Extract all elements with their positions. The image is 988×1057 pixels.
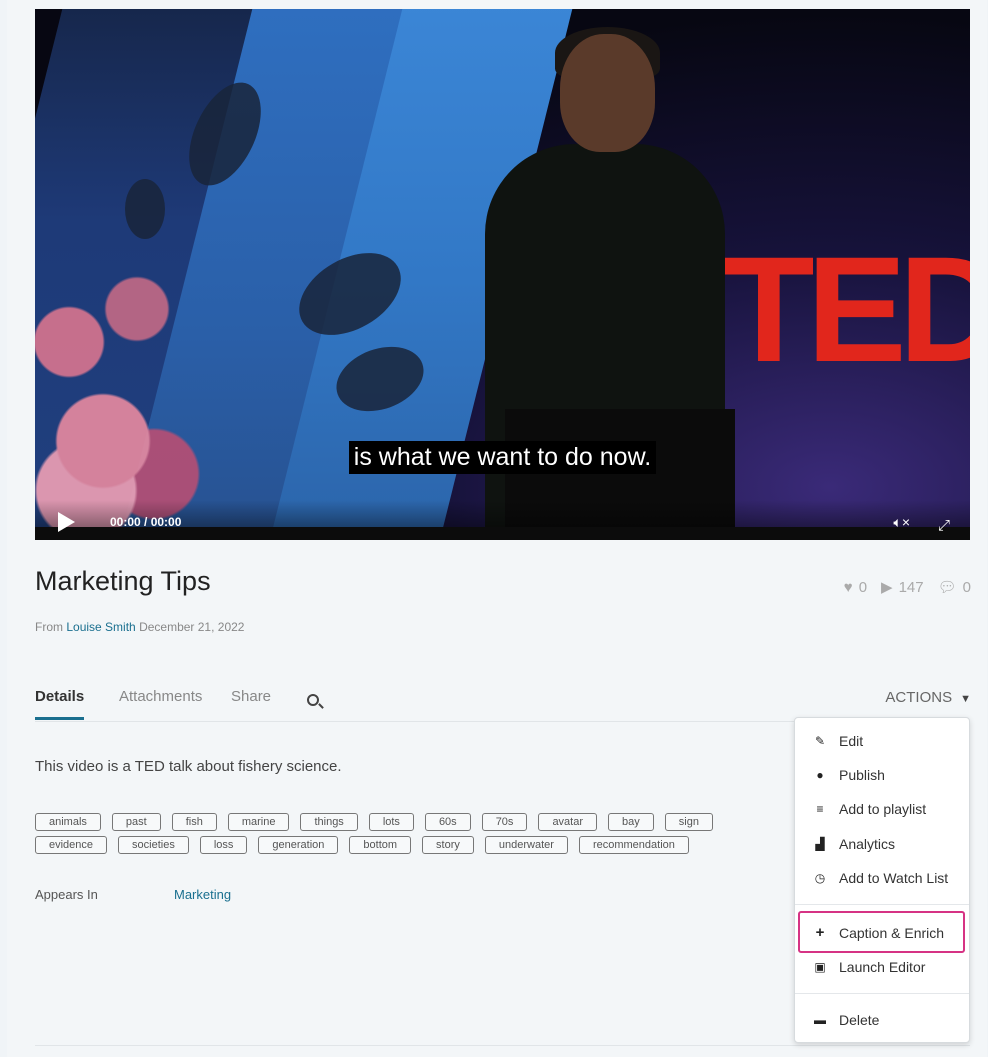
tag-item[interactable]: bay: [608, 813, 654, 831]
tag-item[interactable]: recommendation: [578, 836, 689, 854]
divider: [35, 1045, 970, 1046]
play-count-icon: ▶: [881, 579, 893, 596]
entry-byline: From Louise Smith December 21, 2022: [35, 620, 245, 634]
likes-stat[interactable]: ♥ 0: [844, 578, 867, 596]
comment-icon: 💬︎: [937, 579, 957, 596]
tag-item[interactable]: evidence: [35, 836, 108, 854]
appears-in-link[interactable]: Marketing: [174, 887, 231, 902]
tag-item[interactable]: generation: [258, 836, 339, 854]
tag-item[interactable]: loss: [199, 836, 248, 854]
tag-item[interactable]: lots: [368, 813, 414, 831]
clock-icon: ◷: [814, 871, 826, 885]
actions-button[interactable]: ACTIONS ▼: [885, 689, 971, 706]
clapperboard-icon: ▣: [814, 960, 826, 974]
entry-date: December 21, 2022: [139, 620, 245, 634]
page-title: Marketing Tips: [35, 566, 211, 596]
menu-item-delete[interactable]: ▬ Delete: [813, 1012, 879, 1028]
tab-share[interactable]: Share: [231, 688, 271, 717]
play-icon[interactable]: [58, 512, 75, 532]
menu-item-analytics[interactable]: ▟ Analytics: [813, 836, 895, 852]
video-caption: is what we want to do now.: [35, 441, 970, 474]
tag-item[interactable]: 60s: [424, 813, 471, 831]
plays-stat: ▶ 147: [881, 578, 924, 597]
tag-item[interactable]: animals: [35, 813, 101, 831]
tag-item[interactable]: marine: [227, 813, 290, 831]
search-icon[interactable]: [307, 694, 319, 706]
video-player[interactable]: TED is what we want to do now. 00:00 / 0…: [35, 9, 970, 540]
menu-item-add-to-watch-list[interactable]: ◷ Add to Watch List: [813, 870, 948, 886]
pencil-icon: ✎: [814, 734, 826, 748]
tag-item[interactable]: 70s: [481, 813, 528, 831]
tag-item[interactable]: story: [422, 836, 474, 854]
tag-item[interactable]: things: [300, 813, 358, 831]
tag-item[interactable]: societies: [118, 836, 189, 854]
menu-item-caption-enrich[interactable]: + Caption & Enrich: [813, 924, 944, 941]
tag-item[interactable]: past: [111, 813, 161, 831]
tag-item[interactable]: underwater: [484, 836, 568, 854]
menu-item-launch-editor[interactable]: ▣ Launch Editor: [813, 959, 925, 975]
plus-icon: +: [815, 924, 825, 941]
fullscreen-icon[interactable]: ⤢: [938, 517, 950, 534]
tab-details[interactable]: Details: [35, 688, 85, 720]
mute-icon[interactable]: 🔈︎×: [893, 514, 910, 531]
author-link[interactable]: Louise Smith: [66, 620, 135, 634]
menu-separator: [795, 904, 969, 905]
menu-item-publish[interactable]: ● Publish: [813, 767, 885, 783]
actions-menu: ✎ Edit ● Publish ≡ Add to playlist ▟ Analyti…: [794, 717, 970, 1043]
tag-item[interactable]: bottom: [349, 836, 412, 854]
tag-item[interactable]: avatar: [538, 813, 598, 831]
menu-item-edit[interactable]: ✎ Edit: [813, 733, 863, 749]
menu-item-add-to-playlist[interactable]: ≡ Add to playlist: [813, 801, 926, 817]
appears-in-label: Appears In: [35, 887, 98, 902]
globe-icon: ●: [816, 768, 824, 782]
menu-separator: [795, 993, 969, 994]
tag-item[interactable]: fish: [171, 813, 217, 831]
entry-description: This video is a TED talk about fishery s…: [35, 758, 342, 775]
trash-icon: ▬: [814, 1013, 826, 1027]
playlist-add-icon: ≡: [816, 802, 824, 816]
chevron-down-icon: ▼: [960, 693, 971, 705]
tag-item[interactable]: sign: [664, 813, 713, 831]
tag-list: animals past fish marine things lots 60s 70s ava…: [35, 813, 795, 859]
comments-stat: 💬︎ 0: [937, 578, 971, 597]
entry-stats: ♥ 0 ▶ 147 💬︎ 0: [844, 578, 971, 597]
heart-icon: ♥: [843, 578, 853, 596]
time-display: 00:00 / 00:00: [110, 515, 182, 529]
ted-logo: TED: [723, 225, 970, 393]
bar-chart-icon: ▟: [815, 837, 825, 851]
tab-attachments[interactable]: Attachments: [119, 688, 202, 717]
